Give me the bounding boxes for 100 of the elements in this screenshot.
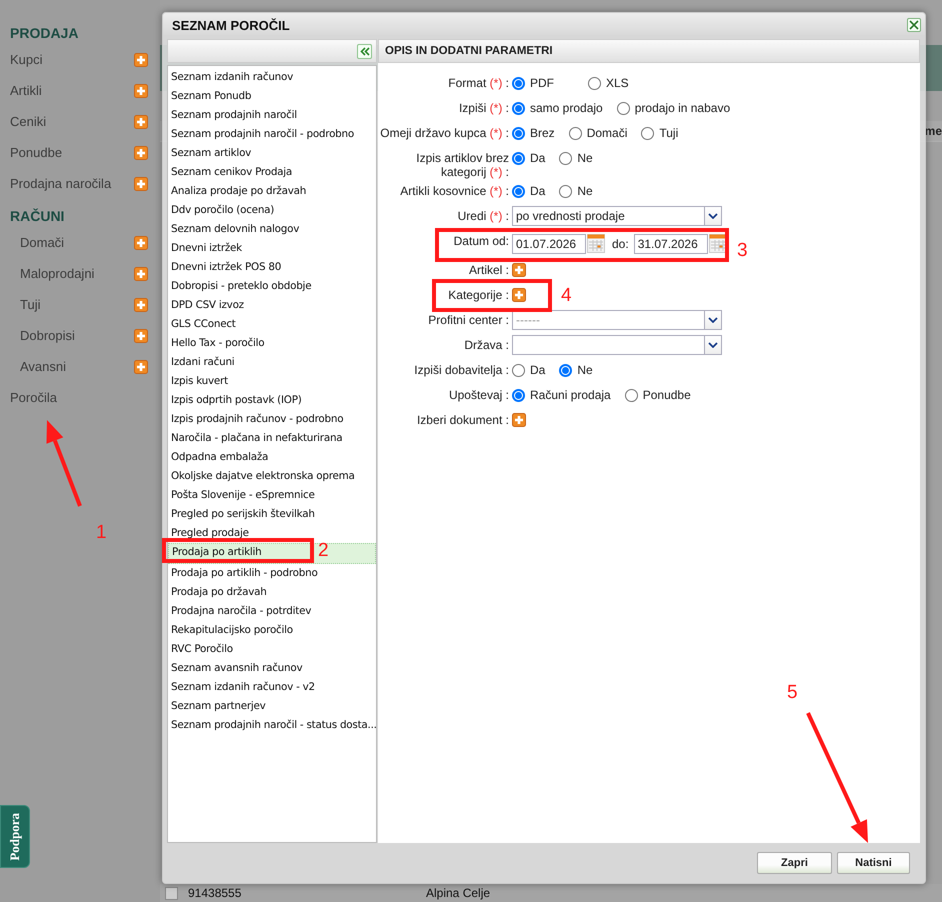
report-list-item[interactable]: Prodaja po državah [168, 583, 376, 602]
radio-button[interactable] [512, 388, 525, 402]
report-list-item[interactable]: Odpadna embalaža [168, 448, 376, 467]
radio-option[interactable]: Domači [568, 126, 628, 140]
menu-item[interactable]: Dobropisi [20, 328, 75, 343]
report-list-item[interactable]: Seznam cenikov Prodaja [168, 163, 376, 182]
dialog-button[interactable]: Zapri [757, 852, 832, 874]
menu-item[interactable]: Kupci [10, 52, 43, 67]
add-icon[interactable] [512, 263, 526, 277]
report-list-item[interactable]: Izpis kuvert [168, 372, 376, 391]
menu-item[interactable]: Ceniki [10, 114, 46, 129]
radio-option[interactable]: Da [512, 151, 546, 165]
radio-button[interactable] [588, 76, 601, 90]
add-icon[interactable] [512, 288, 526, 302]
menu-item[interactable]: Artikli [10, 83, 42, 98]
radio-button[interactable] [512, 126, 525, 140]
menu-item[interactable]: Domači [20, 235, 64, 250]
radio-option[interactable]: Da [512, 363, 546, 377]
support-tab[interactable]: Podpora [0, 805, 30, 868]
radio-button[interactable] [559, 184, 572, 198]
report-list-item[interactable]: Pregled prodaje [168, 524, 376, 543]
radio-button[interactable] [512, 102, 525, 114]
report-list-item[interactable]: Seznam prodajnih naročil - status dosta... [168, 716, 376, 735]
menu-item[interactable]: Tuji [20, 297, 40, 312]
report-list-item[interactable]: Pošta Slovenije - eSpremnice [168, 486, 376, 505]
radio-option[interactable]: Ponudbe [624, 388, 691, 402]
date-field[interactable]: 31.07.2026 [634, 234, 708, 254]
date-field[interactable]: 01.07.2026 [512, 234, 586, 254]
radio-button[interactable] [559, 152, 572, 164]
report-list-item[interactable]: Seznam prodajnih naročil [168, 106, 376, 125]
radio-option[interactable]: Tuji [641, 126, 678, 140]
radio-option[interactable]: Ne [559, 363, 593, 377]
report-list-item[interactable]: Rekapitulacijsko poročilo [168, 621, 376, 640]
radio-option[interactable]: Da [512, 184, 546, 198]
row-checkbox[interactable] [165, 886, 178, 900]
report-list-item[interactable]: Analiza prodaje po državah [168, 182, 376, 201]
calendar-icon[interactable] [708, 234, 727, 253]
radio-button[interactable] [512, 76, 525, 90]
add-icon[interactable] [134, 298, 148, 312]
report-list-item[interactable]: Dnevni iztržek POS 80 [168, 258, 376, 277]
radio-option[interactable]: Ne [559, 151, 593, 165]
add-icon[interactable] [134, 328, 148, 342]
report-list-item[interactable]: Prodajna naročila - potrditev [168, 602, 376, 621]
add-icon[interactable] [134, 360, 148, 374]
add-icon[interactable] [134, 52, 148, 66]
menu-item[interactable]: Ponudbe [10, 145, 62, 160]
menu-item[interactable]: Poročila [0, 382, 160, 413]
report-list-item[interactable]: Seznam artiklov [168, 144, 376, 163]
report-list-item[interactable]: RVC Poročilo [168, 640, 376, 659]
report-list-item[interactable]: Seznam partnerjev [168, 697, 376, 716]
report-list-item[interactable]: Prodaja po artiklih - podrobno [168, 564, 376, 583]
dropdown-field[interactable] [512, 335, 722, 355]
report-list-item[interactable]: Dobropisi - preteklo obdobje [168, 277, 376, 296]
radio-button[interactable] [559, 364, 572, 376]
calendar-icon[interactable] [587, 234, 605, 253]
radio-button[interactable] [512, 152, 525, 164]
add-icon[interactable] [134, 84, 148, 98]
radio-button[interactable] [616, 102, 630, 114]
radio-option[interactable]: Računi prodaja [512, 388, 611, 402]
radio-button[interactable] [512, 364, 525, 376]
report-list-item[interactable]: Ddv poročilo (ocena) [168, 201, 376, 220]
dropdown-field[interactable]: po vrednosti prodaje [512, 206, 722, 226]
menu-item[interactable]: Avansni [20, 359, 66, 374]
report-list-item[interactable]: Naročila - plačana in nefakturirana [168, 429, 376, 448]
add-icon[interactable] [134, 114, 148, 128]
dialog-button[interactable]: Natisni [837, 852, 910, 874]
radio-button[interactable] [568, 126, 582, 140]
add-icon[interactable] [134, 236, 148, 250]
add-icon[interactable] [134, 146, 148, 160]
menu-item[interactable]: Maloprodajni [20, 266, 94, 281]
report-list-item[interactable]: Seznam izdanih računov [168, 68, 376, 87]
report-list-item[interactable]: Izdani računi [168, 353, 376, 372]
report-list-item[interactable]: Izpis odprtih postavk (IOP) [168, 391, 376, 410]
report-list-item[interactable]: Izpis prodajnih računov - podrobno [168, 410, 376, 429]
report-list-item[interactable]: Hello Tax - poročilo [168, 334, 376, 353]
add-icon[interactable] [512, 413, 526, 427]
report-list-item[interactable]: Pregled po serijskih številkah [168, 505, 376, 524]
radio-option[interactable]: samo prodajo [512, 101, 603, 115]
add-icon[interactable] [134, 176, 148, 190]
radio-option[interactable]: prodajo in nabavo [616, 101, 730, 115]
report-list-item[interactable]: Okoljske dajatve elektronska oprema [168, 467, 376, 486]
collapse-button[interactable] [357, 44, 372, 58]
radio-option[interactable]: Brez [512, 126, 555, 140]
report-list-item[interactable]: Seznam prodajnih naročil - podrobno [168, 125, 376, 144]
report-list-item[interactable]: Dnevni iztržek [168, 239, 376, 258]
menu-item[interactable]: Prodajna naročila [10, 176, 112, 191]
close-button[interactable] [907, 18, 921, 32]
report-list-item[interactable]: GLS CConect [168, 315, 376, 334]
report-list-item[interactable]: Seznam izdanih računov - v2 [168, 678, 376, 697]
report-list-item[interactable]: Seznam Ponudb [168, 87, 376, 106]
radio-option[interactable]: XLS [588, 76, 629, 90]
radio-option[interactable]: Ne [559, 184, 593, 198]
add-icon[interactable] [134, 266, 148, 280]
radio-button[interactable] [512, 184, 525, 198]
report-list-item[interactable]: DPD CSV izvoz [168, 296, 376, 315]
radio-button[interactable] [624, 388, 638, 402]
report-list-item[interactable]: Seznam delovnih nalogov [168, 220, 376, 239]
radio-option[interactable]: PDF [512, 76, 574, 90]
report-list-item[interactable]: Seznam avansnih računov [168, 659, 376, 678]
radio-button[interactable] [641, 126, 654, 140]
